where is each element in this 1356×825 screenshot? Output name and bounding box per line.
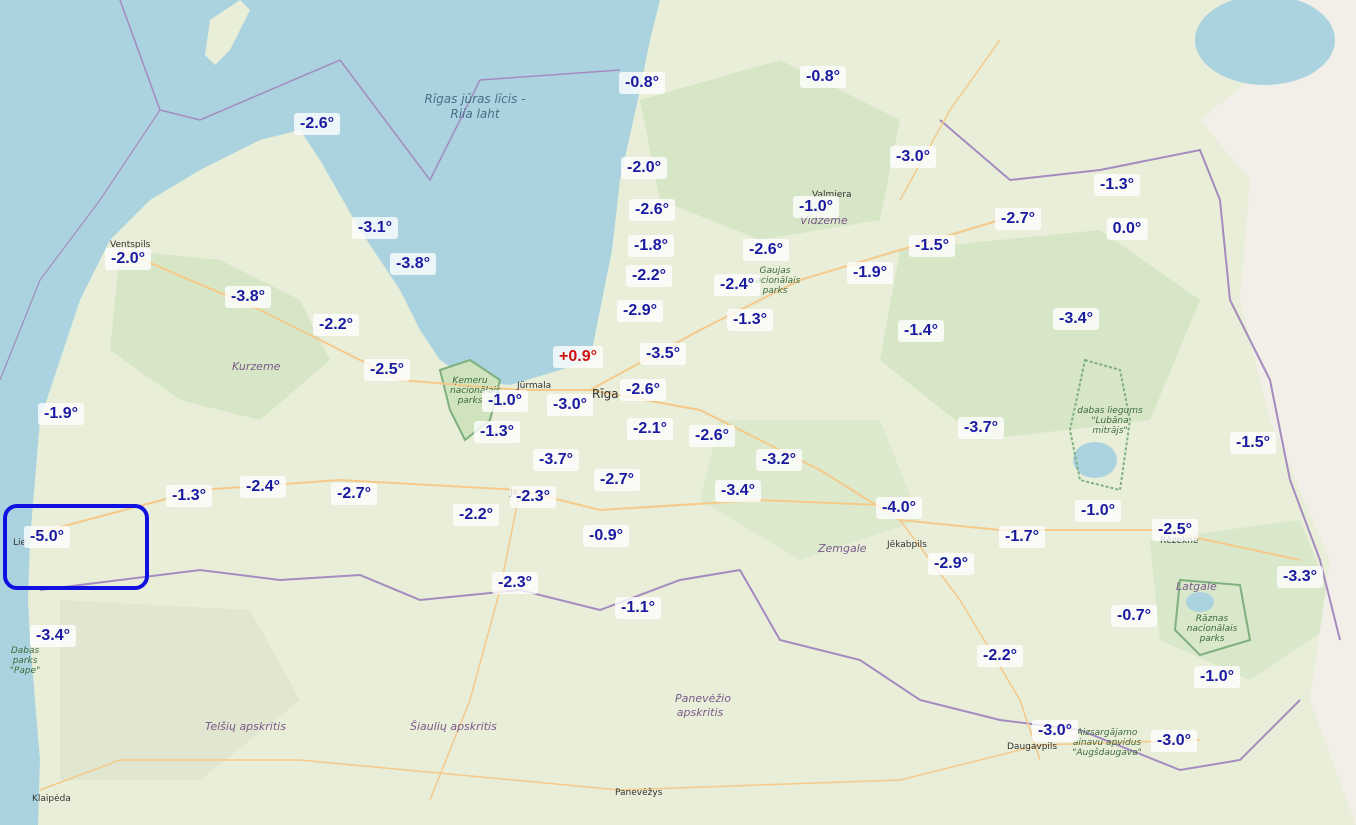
temp-label: -1.1° [615,597,661,619]
temp-label: -2.1° [627,418,673,440]
place-panevezys: Panevėžys [615,788,663,798]
region-latgale: Latgale [1176,580,1217,593]
temp-label: -2.6° [629,199,675,221]
temp-label: -1.3° [727,309,773,331]
temp-label: -3.8° [225,286,271,308]
place-jekabpils: Jēkabpils [887,540,927,550]
temp-label: -3.0° [547,394,593,416]
temp-label: -0.8° [619,72,665,94]
sea-label: Rīgas jūras līcis - Riia laht [424,92,526,121]
temp-label: -3.2° [756,449,802,471]
temp-label: -2.2° [977,645,1023,667]
place-riga: Rīga [592,387,619,401]
region-zemgale: Zemgale [818,542,867,555]
temp-label: -3.4° [715,480,761,502]
temp-label: -1.3° [166,485,212,507]
temp-label: -3.8° [390,253,436,275]
park-raznas: Rāznas nacionālais parks [1186,614,1238,644]
temp-label: -3.1° [352,217,398,239]
region-telsiu: Telšių apskritis [205,720,286,733]
temp-label: -3.5° [640,343,686,365]
temp-label: -1.3° [1094,174,1140,196]
region-kurzeme: Kurzeme [232,360,281,373]
temp-label: -1.7° [999,526,1045,548]
temp-label: -2.6° [689,425,735,447]
temp-label: -2.2° [453,504,499,526]
temp-label: -2.9° [928,553,974,575]
region-siauliu: Šiaulių apskritis [410,720,497,733]
temp-label: -3.0° [1151,730,1197,752]
temp-label: -1.9° [38,403,84,425]
temp-label: -2.7° [594,469,640,491]
temp-label: -2.7° [331,483,377,505]
temp-label: -3.3° [1277,566,1323,588]
temp-label: -1.0° [793,196,839,218]
temp-label: -1.0° [482,390,528,412]
temp-label: -2.2° [313,314,359,336]
park-pape: Dabas parks "Pape" [9,646,41,676]
temp-label: -4.0° [876,497,922,519]
temp-label: -1.5° [1230,432,1276,454]
temp-label: -2.6° [620,379,666,401]
park-lubana: dabas liegums "Lubāna mitrājs" [1077,406,1143,436]
temp-label: -1.0° [1075,500,1121,522]
temp-label: -2.5° [1152,519,1198,541]
temp-label: -2.3° [510,486,556,508]
temp-label: -2.5° [364,359,410,381]
temp-label: -3.0° [890,146,936,168]
temp-label: -2.2° [626,265,672,287]
temp-label: -2.4° [714,274,760,296]
temp-label: -3.7° [533,449,579,471]
temp-label: -0.8° [800,66,846,88]
temp-label: +0.9° [553,346,603,368]
temp-label: -1.4° [898,320,944,342]
temp-label: -2.4° [240,476,286,498]
temp-label: -3.4° [1053,308,1099,330]
temp-label: -2.9° [617,300,663,322]
temp-label: -2.0° [105,248,151,270]
temp-label: -3.7° [958,417,1004,439]
region-panevezio: Panevėžio apskritis [675,692,731,719]
temp-label: 0.0° [1106,218,1148,240]
temp-label: -0.7° [1111,605,1157,627]
selection-highlight [3,504,149,590]
place-klaipeda: Klaipėda [32,794,71,804]
temp-label: -1.3° [474,421,520,443]
temp-label: -2.0° [621,157,667,179]
temp-label: -1.9° [847,262,893,284]
temp-label: -2.6° [743,239,789,261]
place-daugavpils: Daugavpils [1007,742,1058,752]
temp-label: -3.4° [30,625,76,647]
temp-label: -1.0° [1194,666,1240,688]
temp-label: -0.9° [583,525,629,547]
temp-label: -1.8° [628,235,674,257]
temp-label: -3.0° [1032,720,1078,742]
temp-label: -2.3° [492,572,538,594]
temp-label: -2.6° [294,113,340,135]
temp-label: -2.7° [995,208,1041,230]
temp-label: -1.5° [909,235,955,257]
